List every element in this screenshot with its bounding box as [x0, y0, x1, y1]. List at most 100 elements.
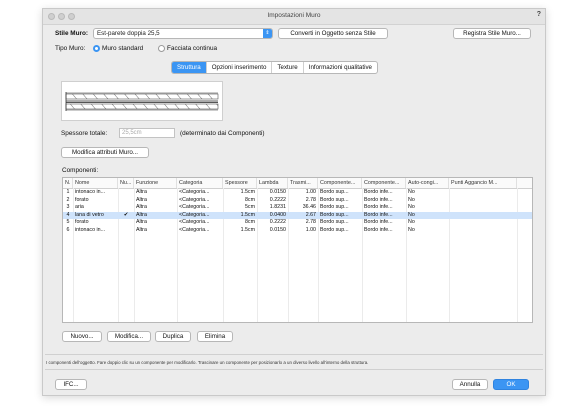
- col-header-auto-congiunzione[interactable]: Auto-congi...: [406, 178, 449, 188]
- help-text: I componenti dell'oggetto. Fare doppio c…: [46, 360, 369, 365]
- cell-categoria: <Categoria...: [179, 196, 210, 203]
- cell-n: 2: [66, 196, 70, 203]
- cell-funzione: Altra: [136, 204, 147, 211]
- cell-n: 3: [66, 204, 70, 211]
- stile-muro-label: Stile Muro:: [55, 30, 89, 37]
- cell-trasmittanza: 2.67: [305, 211, 316, 218]
- modifica-button[interactable]: Modifica...: [107, 331, 151, 342]
- table-row[interactable]: 6 intonaco in... Altra <Categoria... 1.5cm 0.…: [63, 227, 532, 235]
- table-row[interactable]: 4 lana di vetro ✔ Altra <Categoria... 1.5cm 0.…: [63, 211, 532, 220]
- cell-auto-congiunzione: No: [408, 211, 415, 218]
- tab-texture[interactable]: Texture: [272, 62, 304, 73]
- ifc-button[interactable]: IFC...: [55, 379, 87, 390]
- cell-spessore: 1.5cm: [240, 227, 255, 233]
- convert-to-unstyled-button[interactable]: Converti in Oggetto senza Stile: [278, 28, 388, 39]
- col-header-n[interactable]: N.: [63, 178, 73, 188]
- tab-struttura[interactable]: Struttura: [172, 62, 207, 73]
- radio-muro-standard[interactable]: [93, 45, 100, 52]
- tab-opzioni-inserimento[interactable]: Opzioni inserimento: [207, 62, 273, 73]
- elimina-button[interactable]: Elimina: [197, 331, 233, 342]
- cell-trasmittanza: 2.78: [305, 196, 316, 203]
- cell-componente-inf: Bordo infe...: [364, 219, 393, 226]
- cell-nome: lana di vetro: [75, 211, 104, 218]
- cell-auto-congiunzione: No: [408, 204, 415, 211]
- stile-muro-value: Est-parete doppia 25,5: [97, 30, 160, 37]
- spessore-totale-field: 25,5cm: [119, 128, 175, 138]
- col-header-categoria[interactable]: Categoria: [177, 178, 223, 188]
- ok-button[interactable]: OK: [493, 379, 529, 390]
- cell-componente-sup: Bordo sup...: [320, 204, 349, 211]
- cell-n: 4: [66, 211, 70, 218]
- col-header-trasmittanza[interactable]: Trasmi...: [288, 178, 318, 188]
- col-header-spacer: [517, 178, 532, 188]
- cell-componente-sup: Bordo sup...: [320, 211, 349, 218]
- dialog-window: Impostazioni Muro ? Stile Muro: Est-pare…: [42, 8, 546, 396]
- cell-componente-inf: Bordo infe...: [364, 211, 393, 218]
- col-header-funzione[interactable]: Funzione: [134, 178, 177, 188]
- cell-nome: forato: [75, 219, 89, 226]
- cell-nome: forato: [75, 196, 89, 203]
- col-header-componente-sup[interactable]: Componente...: [318, 178, 362, 188]
- tab-bar: Struttura Opzioni inserimento Texture In…: [171, 61, 379, 74]
- cell-lambda: 0.0150: [269, 189, 286, 195]
- cell-componente-sup: Bordo sup...: [320, 219, 349, 226]
- title-bar: Impostazioni Muro ?: [43, 9, 545, 25]
- cell-categoria: <Categoria...: [179, 211, 210, 218]
- table-row[interactable]: 5 forato Altra <Categoria... 8cm 0.2222 2.78 Bo…: [63, 219, 532, 227]
- col-header-punti-aggancio[interactable]: Punti Aggancio M...: [449, 178, 517, 188]
- cell-lambda: 1.8231: [269, 204, 286, 211]
- cell-spessore: 5cm: [244, 204, 255, 211]
- col-header-componente-inf[interactable]: Componente...: [362, 178, 406, 188]
- cell-componente-inf: Bordo infe...: [364, 227, 393, 233]
- cell-trasmittanza: 2.78: [305, 219, 316, 226]
- cell-auto-congiunzione: No: [408, 219, 415, 226]
- wall-structure-preview: [61, 81, 223, 121]
- tipo-muro-label: Tipo Muro:: [55, 45, 86, 52]
- cell-trasmittanza: 1.00: [305, 189, 316, 195]
- cell-componente-sup: Bordo sup...: [320, 227, 349, 233]
- stile-muro-select[interactable]: Est-parete doppia 25,5 ⇕: [93, 28, 273, 39]
- wall-section-drawing: [65, 92, 219, 111]
- chevron-updown-icon: ⇕: [263, 29, 272, 38]
- cell-funzione: Altra: [136, 227, 147, 233]
- cell-spessore: 1.5cm: [240, 211, 255, 218]
- modifica-attributi-button[interactable]: Modifica attributi Muro...: [61, 147, 149, 158]
- table-row[interactable]: 3 aria Altra <Categoria... 5cm 1.8231 36.46 Bor…: [63, 204, 532, 212]
- cell-auto-congiunzione: No: [408, 196, 415, 203]
- col-header-nucleo[interactable]: Nu...: [118, 178, 134, 188]
- cell-funzione: Altra: [136, 196, 147, 203]
- cell-componente-sup: Bordo sup...: [320, 189, 349, 195]
- cell-trasmittanza: 36.46: [302, 204, 316, 211]
- cell-lambda: 0.0400: [269, 211, 286, 218]
- tab-informazioni-qualitative[interactable]: Informazioni qualitative: [304, 62, 377, 73]
- duplica-button[interactable]: Duplica: [155, 331, 191, 342]
- col-header-lambda[interactable]: Lambda: [257, 178, 288, 188]
- col-header-nome[interactable]: Nome: [73, 178, 118, 188]
- cell-nome: intonaco in...: [75, 189, 106, 195]
- componenti-label: Componenti:: [62, 167, 99, 174]
- cell-lambda: 0.2222: [269, 219, 286, 226]
- table-row[interactable]: 2 forato Altra <Categoria... 8cm 0.2222 2.78 Bo…: [63, 197, 532, 205]
- col-header-spessore[interactable]: Spessore: [223, 178, 257, 188]
- divider: [45, 354, 543, 355]
- components-table[interactable]: N. Nome Nu... Funzione Categoria Spessor…: [62, 177, 533, 323]
- table-row[interactable]: 1 intonaco in... Altra <Categoria... 1.5cm 0.…: [63, 189, 532, 197]
- spessore-totale-label: Spessore totale:: [61, 130, 108, 137]
- cell-auto-congiunzione: No: [408, 189, 415, 195]
- cell-nome: aria: [75, 204, 84, 211]
- cell-categoria: <Categoria...: [179, 219, 210, 226]
- annulla-button[interactable]: Annulla: [452, 379, 488, 390]
- cell-n: 1: [66, 189, 70, 195]
- cell-funzione: Altra: [136, 211, 147, 218]
- radio-facciata-continua[interactable]: [158, 45, 165, 52]
- cell-funzione: Altra: [136, 219, 147, 226]
- help-icon[interactable]: ?: [537, 11, 541, 18]
- cell-auto-congiunzione: No: [408, 227, 415, 233]
- register-style-button[interactable]: Registra Stile Muro...: [453, 28, 531, 39]
- cell-n: 6: [66, 227, 70, 233]
- cell-nome: intonaco in...: [75, 227, 106, 233]
- cell-lambda: 0.2222: [269, 196, 286, 203]
- checkmark-icon: ✔: [123, 211, 129, 218]
- nuovo-button[interactable]: Nuovo...: [62, 331, 102, 342]
- cell-trasmittanza: 1.00: [305, 227, 316, 233]
